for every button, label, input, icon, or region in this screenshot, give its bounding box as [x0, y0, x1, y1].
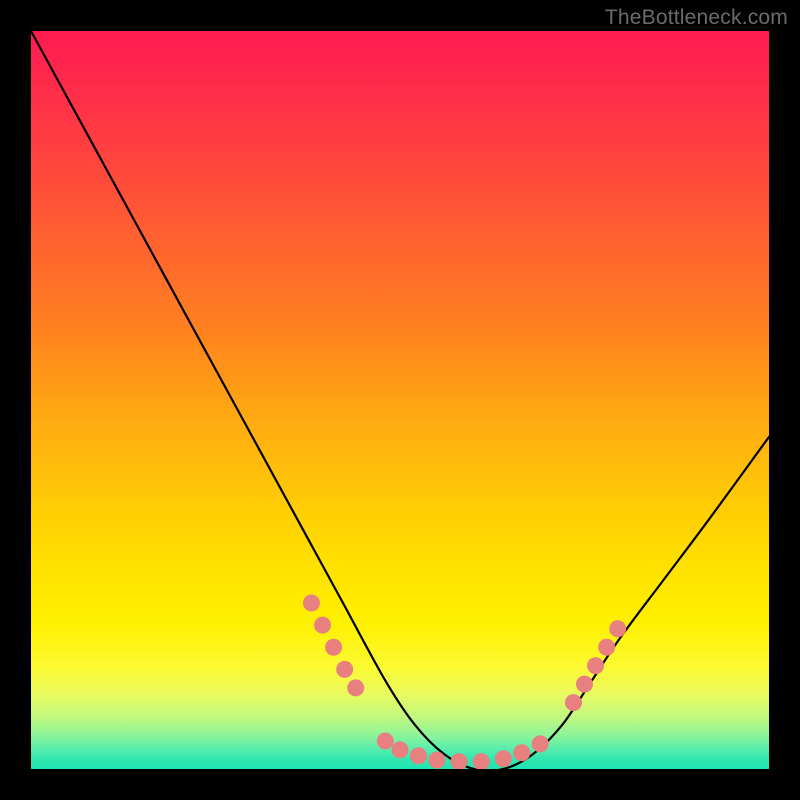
- curve-marker: [532, 735, 549, 752]
- curve-marker: [587, 657, 604, 674]
- curve-marker: [513, 744, 530, 761]
- chart-frame: TheBottleneck.com: [0, 0, 800, 800]
- bottleneck-curve: [31, 31, 769, 769]
- curve-marker: [576, 676, 593, 693]
- curve-layer: [31, 31, 769, 769]
- curve-marker: [314, 617, 331, 634]
- curve-marker: [303, 594, 320, 611]
- curve-marker: [325, 639, 342, 656]
- curve-marker: [495, 750, 512, 767]
- curve-marker: [377, 732, 394, 749]
- curve-marker: [609, 620, 626, 637]
- curve-marker: [598, 639, 615, 656]
- plot-area: [31, 31, 769, 769]
- curve-marker: [428, 752, 445, 769]
- curve-marker: [336, 661, 353, 678]
- curve-marker: [473, 753, 490, 769]
- curve-marker: [565, 694, 582, 711]
- curve-marker: [410, 747, 427, 764]
- watermark-text: TheBottleneck.com: [605, 6, 788, 30]
- curve-marker: [347, 679, 364, 696]
- curve-marker: [392, 741, 409, 758]
- curve-marker: [451, 753, 468, 769]
